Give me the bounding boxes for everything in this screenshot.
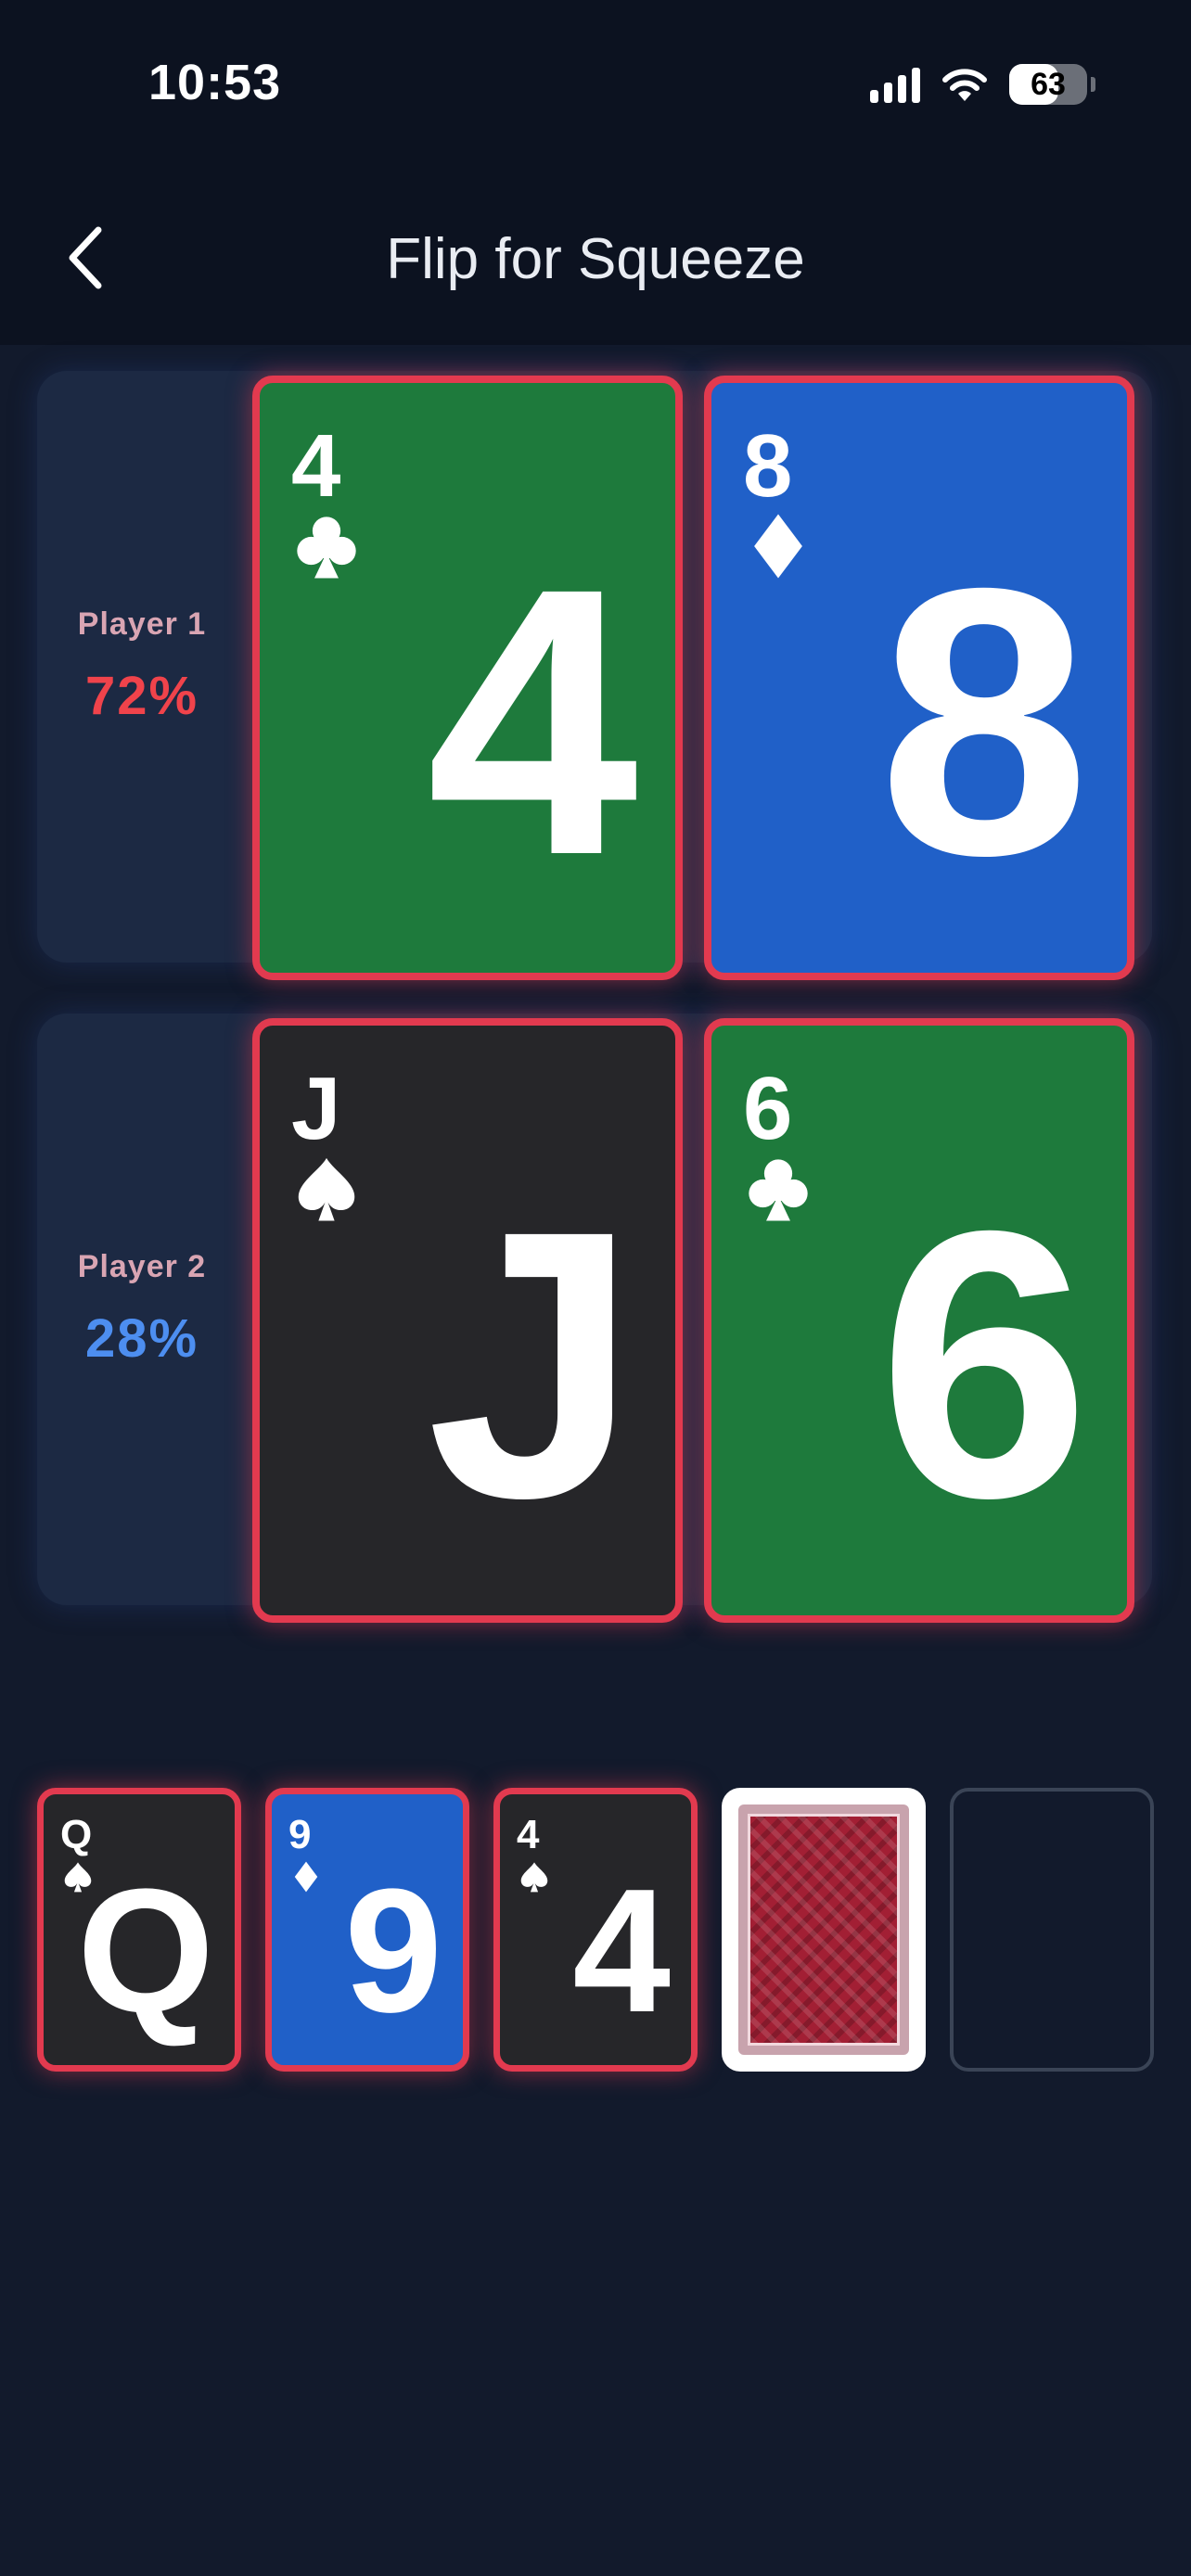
card-rank-center: J: [426, 1152, 638, 1576]
playing-card-6-of-clubs[interactable]: 66: [704, 1018, 1134, 1623]
club-suit-icon: [745, 1155, 812, 1222]
card-back-design: [748, 1814, 900, 2046]
playing-card-j-of-spades[interactable]: JJ: [252, 1018, 683, 1623]
face-down-card[interactable]: [722, 1788, 926, 2072]
card-rank-corner: Q: [60, 1812, 93, 1857]
page-title: Flip for Squeeze: [386, 227, 805, 291]
empty-card-slot[interactable]: [950, 1788, 1154, 2072]
card-rank-corner: 6: [743, 1059, 793, 1158]
top-bar: 10:53 63 Flip for Squeeze: [0, 0, 1191, 345]
card-rank-center: 8: [877, 509, 1090, 934]
card-rank-corner: 8: [743, 416, 793, 516]
diamond-suit-icon: [290, 1861, 322, 1893]
player-equity: 72%: [84, 666, 199, 726]
club-suit-icon: [293, 513, 360, 580]
player-name: Player 1: [77, 606, 207, 642]
playing-card-4-of-clubs[interactable]: 44: [252, 376, 683, 980]
card-rank-center: 9: [344, 1853, 442, 2049]
playing-card-8-of-diamonds[interactable]: 88: [704, 376, 1134, 980]
player-info: Player 1 72%: [37, 371, 247, 963]
signal-icon: [870, 66, 920, 103]
card-rank-corner: 9: [288, 1812, 312, 1857]
status-time: 10:53: [148, 55, 282, 110]
playing-card-q-of-spades[interactable]: QQ: [37, 1788, 241, 2072]
diamond-suit-icon: [745, 513, 812, 580]
player-equity: 28%: [84, 1308, 199, 1369]
card-rank-center: 4: [426, 509, 638, 934]
playing-card-9-of-diamonds[interactable]: 99: [265, 1788, 469, 2072]
spade-suit-icon: [293, 1155, 360, 1222]
wifi-icon: [941, 66, 989, 103]
card-rank-corner: 4: [517, 1812, 540, 1857]
player-info: Player 2 28%: [37, 1014, 247, 1605]
battery-icon: 63: [1009, 64, 1095, 105]
card-rank-corner: J: [291, 1059, 341, 1158]
card-rank-center: 4: [572, 1853, 671, 2049]
player-name: Player 2: [77, 1249, 207, 1284]
card-rank-center: Q: [77, 1853, 214, 2049]
spade-suit-icon: [519, 1861, 550, 1893]
card-rank-corner: 4: [291, 416, 341, 516]
card-rank-center: 6: [877, 1152, 1090, 1576]
status-icons: 63: [870, 61, 1095, 108]
playing-card-4-of-spades[interactable]: 44: [493, 1788, 698, 2072]
battery-level: 63: [1031, 66, 1066, 102]
